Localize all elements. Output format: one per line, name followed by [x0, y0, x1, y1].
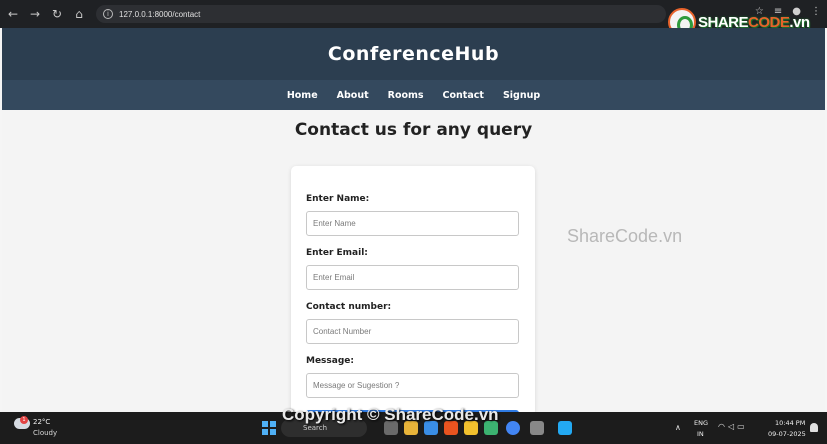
weather-condition[interactable]: Cloudy — [33, 429, 57, 437]
copyright-watermark: Copyright © ShareCode.vn — [282, 405, 499, 424]
nav-home[interactable]: Home — [287, 90, 318, 101]
message-input[interactable] — [306, 373, 519, 398]
home-icon[interactable]: ⌂ — [70, 7, 88, 21]
tray-chevron-up-icon[interactable]: ∧ — [675, 423, 681, 432]
site-info-icon[interactable]: i — [103, 9, 113, 19]
clock-date[interactable]: 09-07-2025 — [768, 430, 806, 438]
reload-icon[interactable]: ↻ — [48, 7, 66, 21]
nav-rooms[interactable]: Rooms — [388, 90, 424, 101]
email-input[interactable] — [306, 265, 519, 290]
message-label: Message: — [306, 356, 354, 366]
taskbar-search-label: Search — [303, 424, 328, 432]
site-brand: ConferenceHub — [327, 43, 500, 65]
language-region: IN — [697, 430, 704, 438]
nav-signup[interactable]: Signup — [503, 90, 540, 101]
forward-icon[interactable]: → — [26, 7, 44, 21]
chrome-icon[interactable] — [506, 421, 520, 435]
site-header: ConferenceHub — [2, 28, 825, 80]
back-icon[interactable]: ← — [4, 7, 22, 21]
tray-icons[interactable]: ◠◁▭ — [718, 422, 748, 431]
app-icon-gray[interactable] — [530, 421, 544, 435]
center-watermark: ShareCode.vn — [567, 226, 683, 246]
url-text: 127.0.0.1:8000/contact — [119, 9, 201, 19]
page-title: Contact us for any query — [294, 120, 533, 140]
nav-about[interactable]: About — [337, 90, 369, 101]
menu-kebab-icon[interactable]: ⋮ — [811, 6, 821, 17]
contact-form: Enter Name: Enter Email: Contact number:… — [291, 166, 535, 416]
vscode-icon[interactable] — [558, 421, 572, 435]
nav-contact[interactable]: Contact — [443, 90, 484, 101]
windows-start-icon[interactable] — [262, 421, 276, 435]
battery-icon[interactable]: ▭ — [737, 422, 748, 431]
main-content: Contact us for any query Enter Name: Ent… — [2, 110, 825, 416]
site-nav: Home About Rooms Contact Signup — [2, 80, 825, 110]
notification-bell-icon[interactable] — [810, 423, 818, 432]
language-indicator[interactable]: ENG — [694, 419, 708, 427]
contact-number-input[interactable] — [306, 319, 519, 344]
volume-icon[interactable]: ◁ — [728, 422, 737, 431]
contact-number-label: Contact number: — [306, 302, 392, 312]
name-label: Enter Name: — [306, 194, 370, 204]
clock-time[interactable]: 10:44 PM — [775, 419, 805, 427]
weather-temp[interactable]: 22°C — [33, 418, 50, 426]
name-input[interactable] — [306, 211, 519, 236]
email-label: Enter Email: — [306, 248, 368, 258]
address-bar[interactable]: i 127.0.0.1:8000/contact — [96, 5, 666, 23]
wifi-icon[interactable]: ◠ — [718, 422, 728, 431]
weather-badge: 1 — [20, 416, 28, 424]
